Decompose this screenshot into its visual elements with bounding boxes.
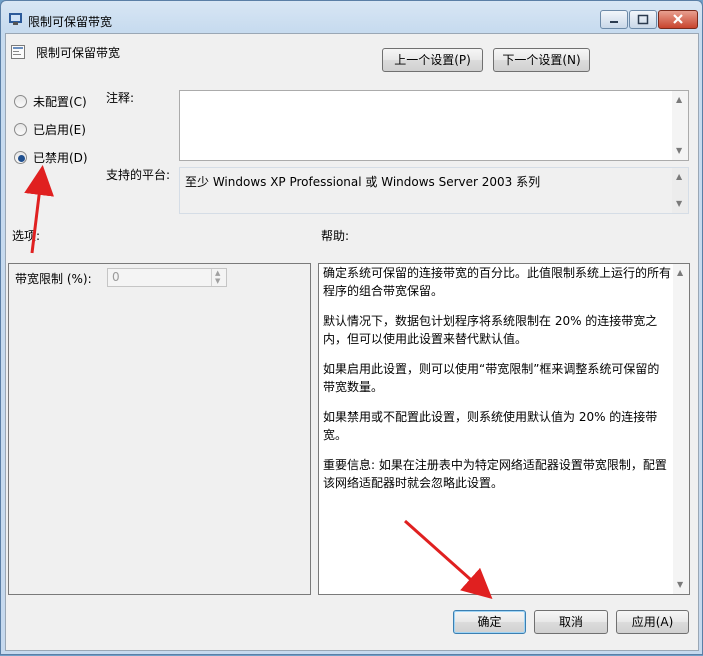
annotation-arrows bbox=[24, 165, 493, 599]
policy-dialog-window: 限制可保留带宽 限制可保留带宽 上一个设置(P) 下一个设置(N) 未配置(C)… bbox=[0, 0, 703, 655]
arrow-to-ok-button bbox=[404, 519, 493, 599]
arrow-to-disabled-option bbox=[24, 165, 54, 254]
